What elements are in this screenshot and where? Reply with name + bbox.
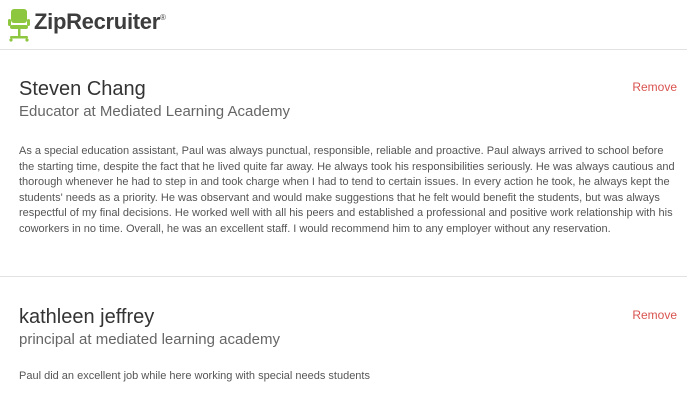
chair-icon[interactable] — [7, 8, 31, 42]
logo-text[interactable]: ZipRecruiter — [34, 9, 160, 35]
recommender-title: principal at mediated learning academy — [19, 331, 280, 348]
recommendation-text: As a special education assistant, Paul w… — [19, 145, 675, 235]
recommendation-text: Paul did an excellent job while here wor… — [19, 370, 370, 382]
remove-button[interactable]: Remove — [632, 308, 677, 322]
recommender-name: Steven Chang — [19, 78, 146, 100]
registered-mark: ® — [160, 13, 166, 22]
recommendation-card: kathleen jeffrey principal at mediated l… — [0, 278, 687, 407]
recommender-title: Educator at Mediated Learning Academy — [19, 103, 291, 120]
recommendation-card: Steven Chang Educator at Mediated Learni… — [0, 50, 687, 277]
remove-button[interactable]: Remove — [632, 80, 677, 94]
recommender-name: kathleen jeffrey — [19, 306, 155, 328]
site-header: ZipRecruiter ® — [0, 0, 687, 50]
